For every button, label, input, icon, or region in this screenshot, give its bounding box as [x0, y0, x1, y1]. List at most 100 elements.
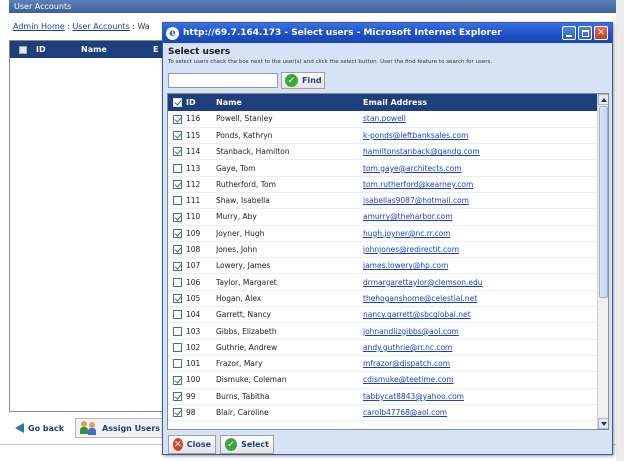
row-checkbox-cell	[168, 355, 186, 373]
row-checkbox[interactable]	[173, 277, 182, 287]
table-row: 114 Stanback, Hamilton hamiltonstanback@ga…	[168, 143, 597, 161]
row-id: 111	[186, 192, 216, 210]
row-checkbox[interactable]	[173, 294, 182, 304]
row-id: 98	[186, 404, 216, 422]
row-checkbox[interactable]	[173, 261, 182, 271]
close-button[interactable]: ✕ Close	[168, 435, 216, 454]
row-email-link[interactable]: mfrazor@dispatch.com	[363, 359, 450, 368]
select-users-heading: Select users	[168, 47, 231, 57]
find-button[interactable]: ✓ Find	[281, 72, 325, 89]
row-id: 105	[186, 290, 216, 308]
row-name: Powell, Stanley	[216, 111, 363, 128]
breadcrumb-user-accounts-link[interactable]: User Accounts	[72, 22, 129, 31]
select-all-checkbox[interactable]	[173, 98, 182, 107]
row-email-link[interactable]: thehoganshome@celestial.net	[363, 294, 477, 303]
breadcrumb-tail: : Wa	[129, 22, 150, 31]
window-close-button[interactable]: ✕	[594, 26, 608, 40]
row-checkbox[interactable]	[173, 180, 182, 190]
row-email-link[interactable]: hugh.joyner@nc.rr.com	[363, 229, 450, 238]
row-checkbox[interactable]	[173, 147, 182, 157]
row-checkbox[interactable]	[173, 228, 182, 238]
row-checkbox[interactable]	[173, 196, 182, 206]
row-email-link[interactable]: james.lowery@hp.com	[363, 261, 448, 270]
row-checkbox[interactable]	[173, 245, 182, 255]
row-email-link[interactable]: hamiltonstanback@gandg.com	[363, 147, 480, 156]
row-checkbox[interactable]	[173, 359, 182, 369]
row-email-link[interactable]: drmargarettaylor@clemson.edu	[363, 278, 483, 287]
background-select-all-checkbox[interactable]	[19, 46, 27, 54]
row-email-link[interactable]: johnjones@redirectit.com	[363, 245, 459, 254]
row-checkbox-cell	[168, 273, 186, 291]
row-email-link[interactable]: isabellas9087@hotmail.com	[363, 196, 469, 205]
row-checkbox[interactable]	[173, 310, 182, 320]
col-header-name: Name	[216, 94, 363, 111]
maximize-button[interactable]	[578, 26, 592, 40]
background-accounts-table: ID Name E	[9, 40, 169, 412]
row-email-link[interactable]: tom.gaye@architects.com	[363, 164, 462, 173]
row-checkbox[interactable]	[173, 343, 182, 353]
background-footer: Go back Assign Users	[9, 415, 169, 441]
check-circle-icon: ✓	[285, 74, 298, 87]
row-email-cell: hamiltonstanback@gandg.com	[363, 143, 597, 161]
row-checkbox[interactable]	[173, 212, 182, 222]
background-col-name: Name	[81, 45, 107, 54]
table-row: 107 Lowery, James james.lowery@hp.com	[168, 257, 597, 275]
row-checkbox[interactable]	[173, 114, 182, 124]
row-checkbox[interactable]	[173, 391, 182, 401]
row-id: 109	[186, 225, 216, 242]
row-email-link[interactable]: andy.guthrie@rr.nc.com	[363, 343, 452, 352]
row-name: Stanback, Hamilton	[216, 143, 363, 161]
row-email-link[interactable]: johnandlizgibbs@aol.com	[363, 327, 459, 336]
row-checkbox[interactable]	[173, 408, 182, 418]
row-checkbox[interactable]	[173, 131, 182, 141]
search-input[interactable]	[168, 73, 278, 88]
vertical-scrollbar[interactable]	[597, 94, 608, 429]
row-id: 114	[186, 143, 216, 161]
row-checkbox[interactable]	[173, 375, 182, 385]
row-email-cell: james.lowery@hp.com	[363, 257, 597, 275]
minimize-button[interactable]	[562, 26, 576, 40]
select-button[interactable]: ✓ Select	[220, 435, 274, 454]
row-email-link[interactable]: tom.rutherford@kearney.com	[363, 180, 473, 189]
row-email-cell: andy.guthrie@rr.nc.com	[363, 339, 597, 356]
row-id: 100	[186, 371, 216, 389]
row-email-link[interactable]: k-ponds@leftbanksales.com	[363, 131, 468, 140]
go-back-button[interactable]: Go back	[15, 418, 64, 438]
select-label: Select	[241, 440, 269, 449]
row-checkbox-cell	[168, 404, 186, 422]
row-id: 116	[186, 111, 216, 128]
find-label: Find	[302, 76, 322, 85]
breadcrumb-admin-home-link[interactable]: Admin Home	[13, 22, 65, 31]
row-checkbox[interactable]	[173, 163, 182, 173]
row-email-link[interactable]: nancy.garrett@sbcglobal.net	[363, 310, 471, 319]
check-circle-icon: ✓	[225, 438, 238, 451]
scroll-up-button[interactable]	[598, 94, 608, 105]
row-email-cell: hugh.joyner@nc.rr.com	[363, 225, 597, 242]
row-checkbox[interactable]	[173, 326, 182, 336]
table-row: 102 Guthrie, Andrew andy.guthrie@rr.nc.com	[168, 339, 597, 356]
row-email-cell: amurry@theharbor.com	[363, 208, 597, 226]
row-email-link[interactable]: amurry@theharbor.com	[363, 212, 453, 221]
col-header-id: ID	[186, 94, 216, 111]
row-email-cell: isabellas9087@hotmail.com	[363, 192, 597, 210]
row-name: Jones, John	[216, 241, 363, 259]
row-name: Blair, Caroline	[216, 404, 363, 422]
assign-users-button[interactable]: Assign Users	[75, 418, 166, 438]
row-email-cell: tabbycat8843@yahoo.com	[363, 388, 597, 405]
row-email-link[interactable]: cdismuke@teetime.com	[363, 375, 454, 384]
row-email-link[interactable]: tabbycat8843@yahoo.com	[363, 392, 464, 401]
scroll-thumb[interactable]	[599, 106, 608, 298]
row-email-cell: thehoganshome@celestial.net	[363, 290, 597, 308]
row-checkbox-cell	[168, 306, 186, 324]
window-title-bar[interactable]: e http://69.7.164.173 - Select users - M…	[163, 23, 612, 43]
row-checkbox-cell	[168, 225, 186, 242]
minimize-icon	[566, 34, 572, 37]
row-email-link[interactable]: carolb47768@aol.com	[363, 408, 447, 417]
row-name: Hogan, Alex	[216, 290, 363, 308]
row-name: Murry, Aby	[216, 208, 363, 226]
row-email-link[interactable]: stan.powell	[363, 114, 406, 123]
scroll-down-button[interactable]	[598, 418, 608, 429]
row-id: 102	[186, 339, 216, 356]
table-row: 101 Frazor, Mary mfrazor@dispatch.com	[168, 355, 597, 373]
users-table-frame: ID Name Email Address 116 Powell, Stanley…	[167, 93, 609, 430]
